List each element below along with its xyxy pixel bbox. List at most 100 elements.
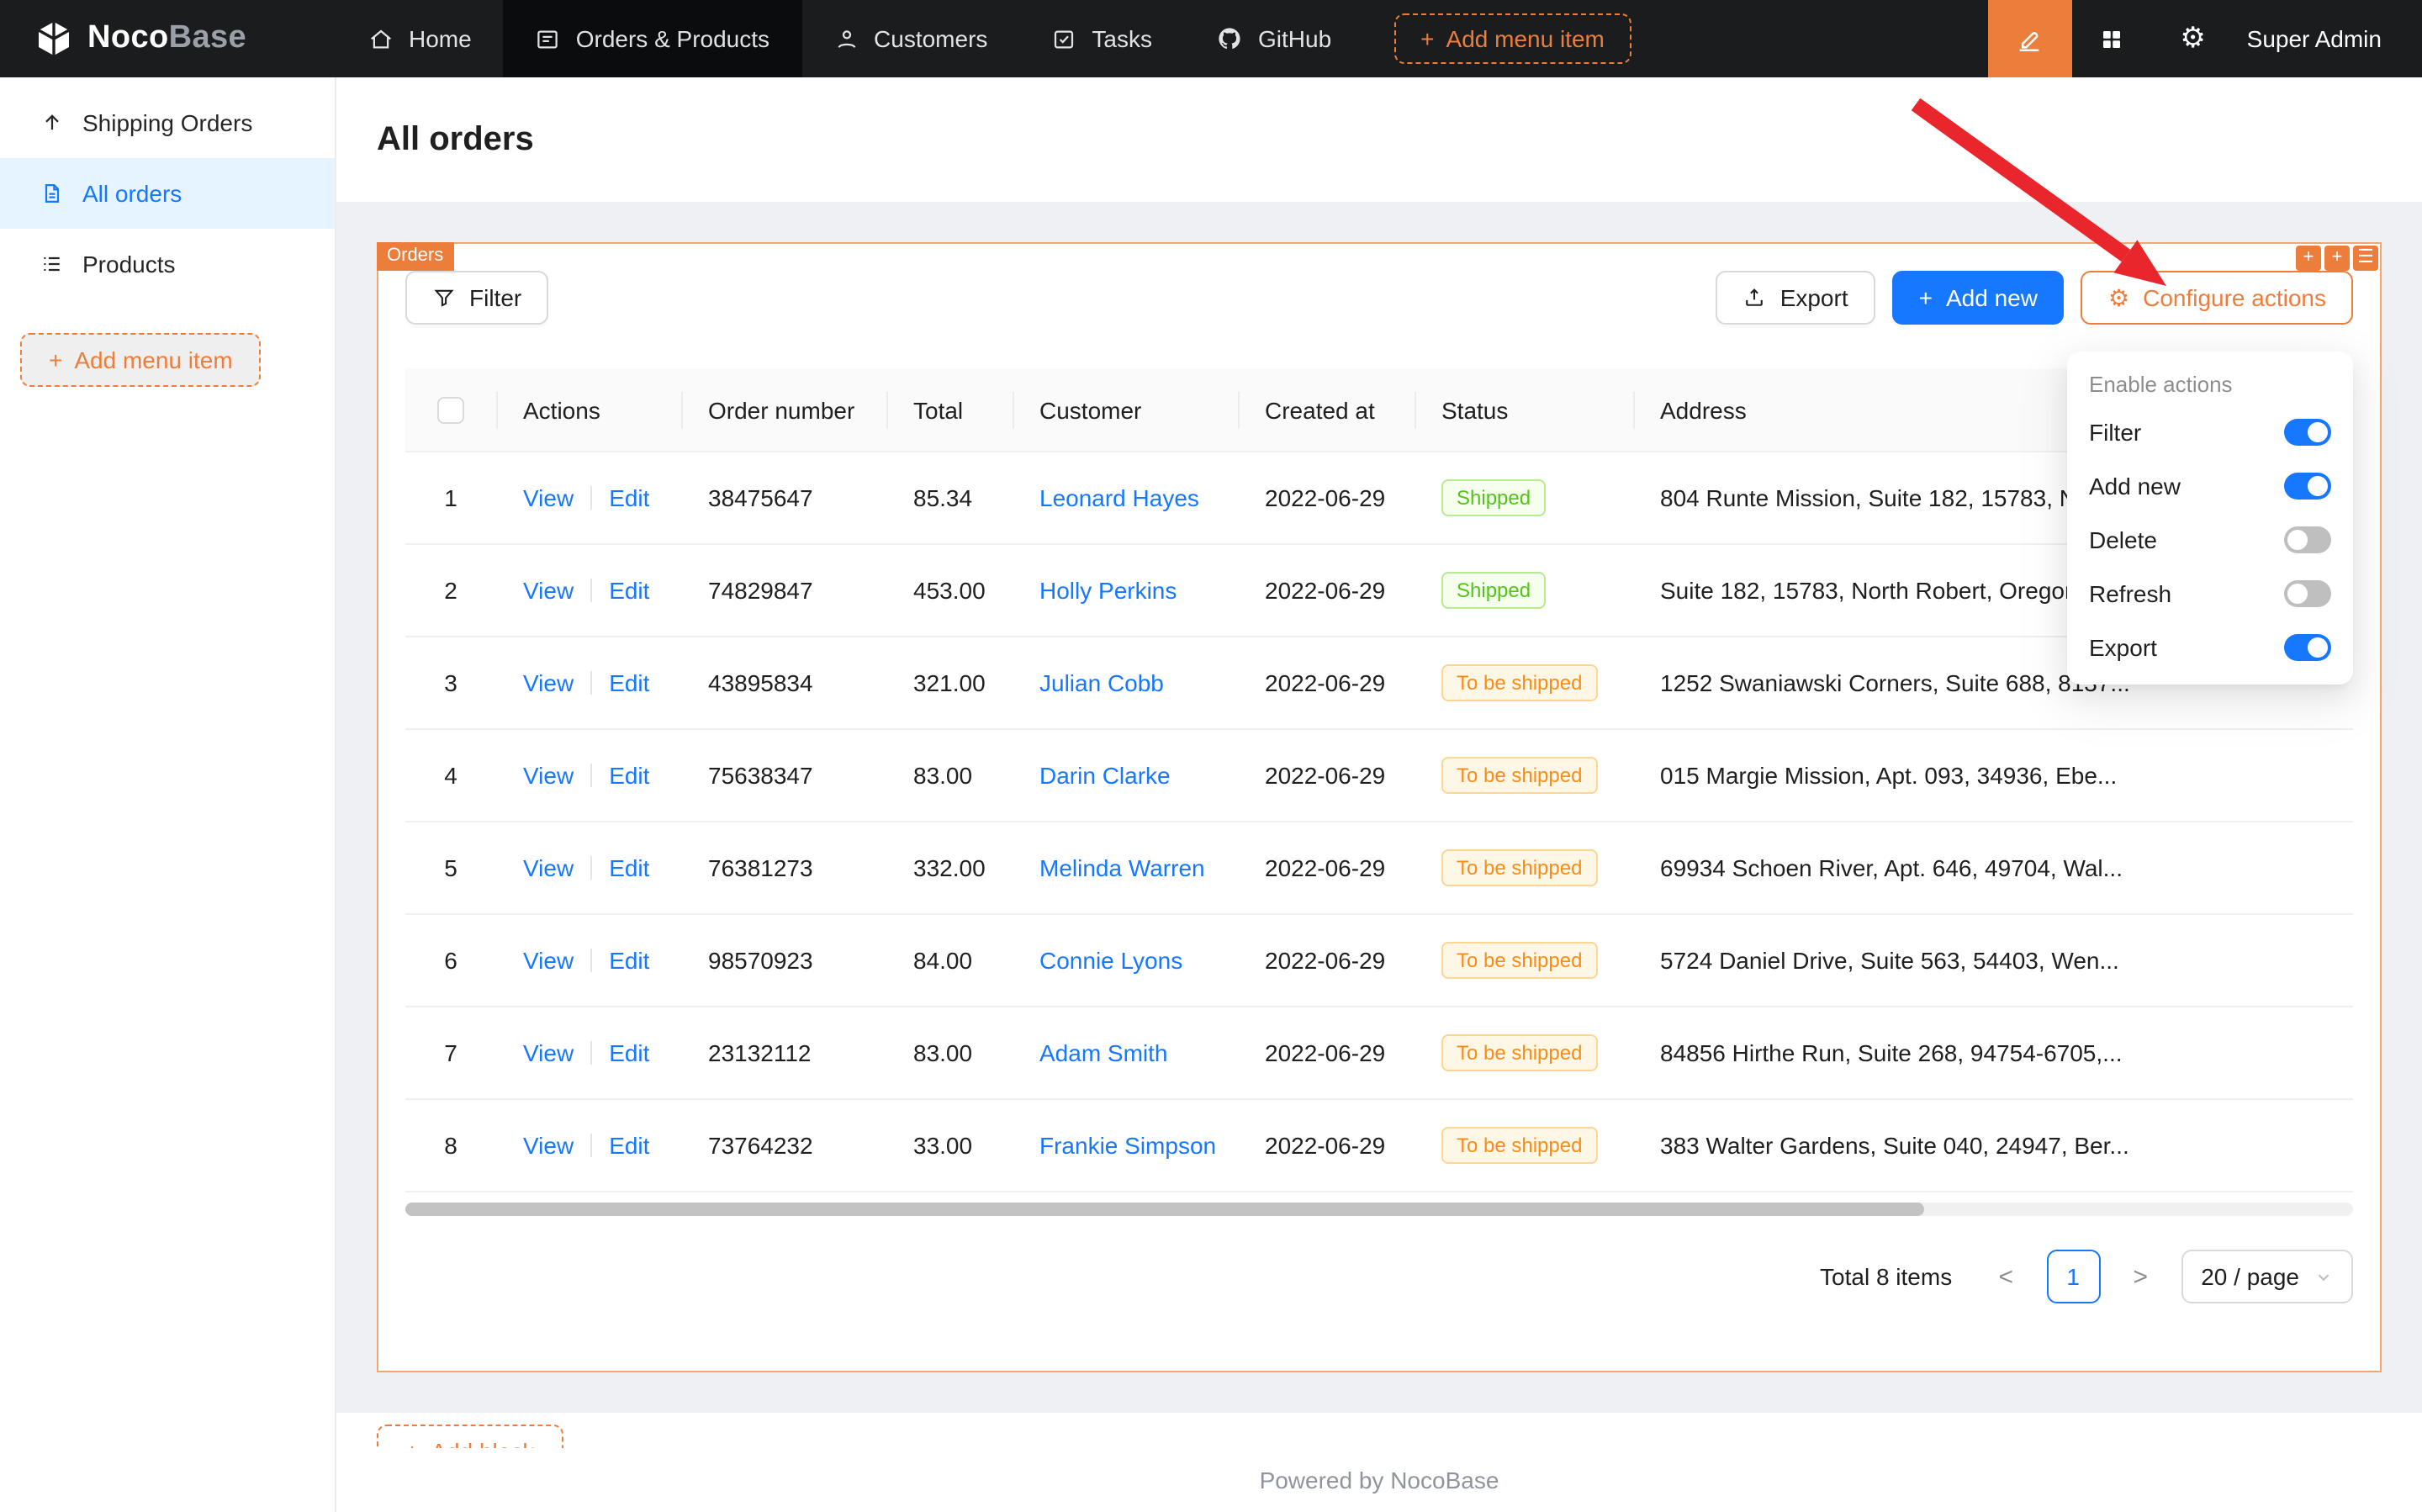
view-link[interactable]: View	[523, 1040, 574, 1067]
total-cell: 321.00	[886, 637, 1013, 730]
edit-link[interactable]: Edit	[609, 855, 649, 882]
address-cell: 015 Margie Mission, Apt. 093, 34936, Ebe…	[1633, 730, 2353, 822]
divider	[590, 1134, 592, 1158]
add-new-toggle[interactable]	[2284, 473, 2331, 500]
tasks-icon	[1051, 26, 1076, 51]
navbar-right: ⚙ Super Admin	[1988, 0, 2422, 77]
nav-item-home[interactable]: Home	[336, 0, 504, 77]
customer-link[interactable]: Adam Smith	[1039, 1040, 1168, 1067]
view-link[interactable]: View	[523, 948, 574, 975]
page-size-select[interactable]: 20 / page	[2181, 1250, 2353, 1304]
dropdown-item-add-new[interactable]: Add new	[2067, 459, 2353, 513]
table-header-row: Actions Order number Total Customer Crea…	[405, 368, 2353, 452]
customer-link[interactable]: Frankie Simpson	[1039, 1133, 1216, 1160]
nav-item-github[interactable]: GitHub	[1184, 0, 1363, 77]
dropdown-item-delete[interactable]: Delete	[2067, 513, 2353, 567]
status-badge: To be shipped	[1441, 758, 1597, 795]
status-cell: Shipped	[1415, 545, 1633, 637]
ui-editor-button[interactable]	[1988, 0, 2072, 77]
export-toggle[interactable]	[2284, 634, 2331, 661]
status-badge: Shipped	[1441, 480, 1546, 517]
status-cell: To be shipped	[1415, 637, 1633, 730]
customer-link[interactable]: Julian Cobb	[1039, 670, 1164, 697]
customer-link[interactable]: Leonard Hayes	[1039, 485, 1199, 512]
view-link[interactable]: View	[523, 1133, 574, 1160]
status-badge: To be shipped	[1441, 850, 1597, 887]
dropdown-item-filter[interactable]: Filter	[2067, 405, 2353, 459]
edit-link[interactable]: Edit	[609, 948, 649, 975]
status-badge: To be shipped	[1441, 665, 1597, 702]
plugins-button[interactable]	[2072, 0, 2153, 77]
configure-actions-button[interactable]: ⚙ Configure actions	[2081, 271, 2353, 325]
view-link[interactable]: View	[523, 855, 574, 882]
sidebar-item-all-orders[interactable]: All orders	[0, 158, 335, 229]
status-cell: To be shipped	[1415, 1007, 1633, 1100]
sidebar-item-products[interactable]: Products	[0, 229, 335, 299]
created-at-cell: 2022-06-29	[1238, 915, 1415, 1007]
customer-link[interactable]: Melinda Warren	[1039, 855, 1205, 882]
sidebar: Shipping Orders All orders	[0, 77, 336, 1512]
navbar-add-menu-item-button[interactable]: + Add menu item	[1393, 13, 1631, 64]
view-link[interactable]: View	[523, 485, 574, 512]
settings-button[interactable]: ⚙	[2153, 0, 2234, 77]
table-row: 4 ViewEdit 75638347 83.00 Darin Clarke 2…	[405, 730, 2353, 822]
dropdown-header: Enable actions	[2067, 360, 2353, 405]
edit-link[interactable]: Edit	[609, 578, 649, 605]
refresh-toggle[interactable]	[2284, 580, 2331, 607]
next-page-button[interactable]: >	[2113, 1250, 2167, 1304]
add-new-button[interactable]: + Add new	[1892, 271, 2065, 325]
edit-link[interactable]: Edit	[609, 763, 649, 790]
orders-block: Orders + + ☰	[377, 242, 2382, 1372]
drag-block-icon[interactable]: +	[2296, 246, 2321, 271]
row-index: 4	[405, 730, 496, 822]
order-number-cell: 76381273	[681, 822, 886, 915]
table-row: 2 ViewEdit 74829847 453.00 Holly Perkins…	[405, 545, 2353, 637]
table-row: 8 ViewEdit 73764232 33.00 Frankie Simpso…	[405, 1100, 2353, 1192]
edit-link[interactable]: Edit	[609, 1040, 649, 1067]
order-number-cell: 43895834	[681, 637, 886, 730]
chevron-left-icon: <	[1998, 1263, 2013, 1292]
filter-toggle[interactable]	[2284, 419, 2331, 446]
nav-item-customers[interactable]: Customers	[801, 0, 1019, 77]
sidebar-add-menu-item-button[interactable]: + Add menu item	[20, 333, 262, 387]
nav-item-tasks[interactable]: Tasks	[1019, 0, 1184, 77]
status-badge: To be shipped	[1441, 1035, 1597, 1072]
delete-toggle[interactable]	[2284, 526, 2331, 553]
user-name: Super Admin	[2247, 25, 2382, 52]
order-number-cell: 73764232	[681, 1100, 886, 1192]
export-button[interactable]: Export	[1716, 271, 1875, 325]
customer-link[interactable]: Holly Perkins	[1039, 578, 1177, 605]
divider	[590, 764, 592, 788]
scrollbar-thumb[interactable]	[405, 1203, 1924, 1217]
dropdown-item-refresh[interactable]: Refresh	[2067, 567, 2353, 621]
toolbar-right: Export + Add new ⚙ Configure actions	[1716, 271, 2353, 325]
customer-link[interactable]: Connie Lyons	[1039, 948, 1182, 975]
divider	[590, 672, 592, 695]
view-link[interactable]: View	[523, 763, 574, 790]
nav-item-orders-products[interactable]: Orders & Products	[504, 0, 801, 77]
total-cell: 33.00	[886, 1100, 1013, 1192]
status-cell: To be shipped	[1415, 822, 1633, 915]
select-all-checkbox[interactable]	[437, 398, 464, 425]
filter-icon	[432, 286, 456, 309]
prev-page-button[interactable]: <	[1979, 1250, 2033, 1304]
total-cell: 85.34	[886, 452, 1013, 545]
app-viewport: NocoBase Home Orders & Products	[0, 0, 2422, 1512]
edit-link[interactable]: Edit	[609, 485, 649, 512]
dropdown-item-export[interactable]: Export	[2067, 621, 2353, 674]
edit-link[interactable]: Edit	[609, 1133, 649, 1160]
sidebar-item-shipping-orders[interactable]: Shipping Orders	[0, 87, 335, 158]
filter-button[interactable]: Filter	[405, 271, 548, 325]
view-link[interactable]: View	[523, 578, 574, 605]
user-menu[interactable]: Super Admin	[2234, 0, 2422, 77]
current-page-button[interactable]: 1	[2046, 1250, 2100, 1304]
add-block-icon[interactable]: +	[2324, 246, 2350, 271]
customer-cell: Holly Perkins	[1013, 545, 1238, 637]
view-link[interactable]: View	[523, 670, 574, 697]
block-menu-icon[interactable]: ☰	[2353, 246, 2378, 271]
edit-link[interactable]: Edit	[609, 670, 649, 697]
customer-link[interactable]: Darin Clarke	[1039, 763, 1171, 790]
status-cell: To be shipped	[1415, 915, 1633, 1007]
nocobase-logo[interactable]: NocoBase	[0, 0, 336, 77]
row-index: 5	[405, 822, 496, 915]
